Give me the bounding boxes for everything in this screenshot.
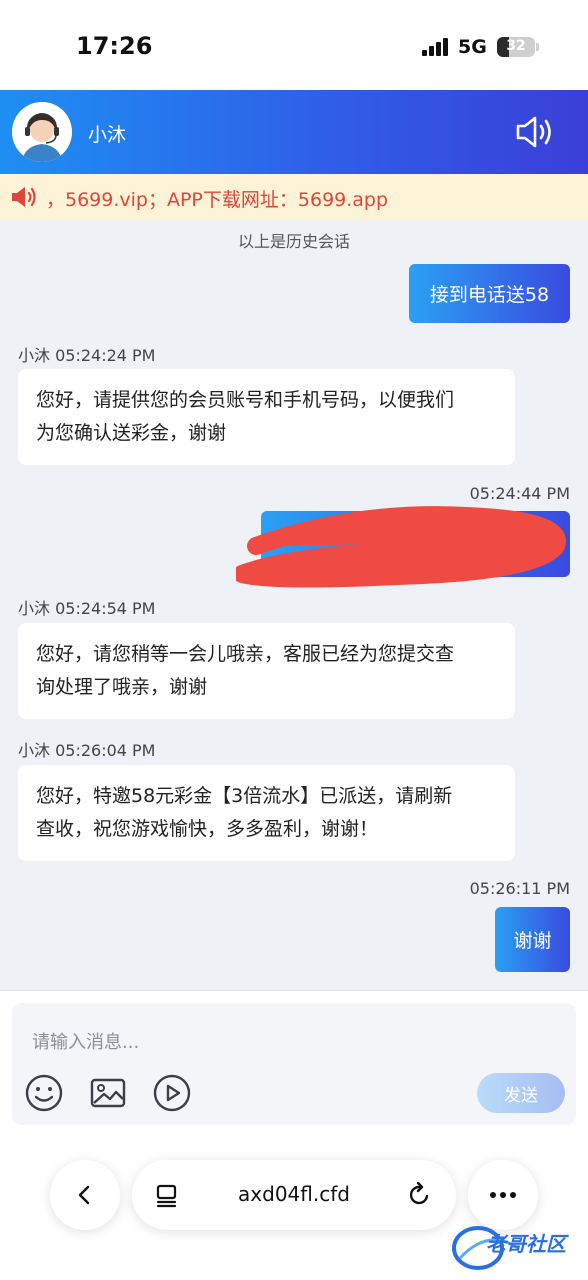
address-bar[interactable]: axd04fl.cfd xyxy=(132,1160,456,1230)
message-line: 您好，请提供您的会员账号和手机号码，以便我们 xyxy=(36,389,455,411)
chat-header: 小沐 xyxy=(0,90,588,174)
emoji-icon[interactable] xyxy=(24,1073,64,1113)
battery-percent: 32 xyxy=(506,38,526,54)
agent-message-bubble: 您好，请提供您的会员账号和手机号码，以便我们 为您确认送彩金，谢谢 xyxy=(18,369,515,465)
send-button[interactable]: 发送 xyxy=(477,1073,565,1113)
status-time: 17:26 xyxy=(76,32,153,60)
redaction-scribble xyxy=(236,506,566,588)
message-meta: 小沐 05:24:24 PM xyxy=(18,346,156,365)
composer-divider xyxy=(0,990,588,991)
message-input[interactable] xyxy=(32,1025,552,1059)
agent-message-bubble: 您好，请您稍等一会儿哦亲，客服已经为您提交查 询处理了哦亲，谢谢 xyxy=(18,623,515,719)
message-text: 谢谢 xyxy=(513,930,552,952)
image-icon[interactable] xyxy=(88,1073,128,1113)
status-bar: 17:26 5G 32 xyxy=(0,0,588,90)
message-meta: 05:26:11 PM xyxy=(469,879,570,898)
message-line: 您好，特邀58元彩金【3倍流水】已派送，请刷新 xyxy=(36,785,453,807)
play-icon[interactable] xyxy=(152,1073,192,1113)
chevron-left-icon xyxy=(78,1185,90,1205)
reload-icon[interactable] xyxy=(407,1182,433,1208)
more-icon xyxy=(490,1192,516,1198)
agent-name: 小沐 xyxy=(88,124,127,146)
message-line: 查收，祝您游戏愉快，多多盈利，谢谢！ xyxy=(36,818,379,840)
back-button[interactable] xyxy=(50,1160,120,1230)
message-line: 询处理了哦亲，谢谢 xyxy=(36,676,208,698)
speaker-icon[interactable] xyxy=(514,114,554,150)
message-meta: 小沐 05:26:04 PM xyxy=(18,741,156,760)
message-line: 您好，请您稍等一会儿哦亲，客服已经为您提交查 xyxy=(36,643,455,665)
notice-text: ，5699.vip；APP下载网址：5699.app xyxy=(46,189,389,211)
notice-bar: ，5699.vip；APP下载网址：5699.app xyxy=(0,174,588,220)
battery-icon: 32 xyxy=(497,37,535,57)
megaphone-icon xyxy=(10,184,38,210)
message-meta: 小沐 05:24:54 PM xyxy=(18,599,156,618)
message-line: 为您确认送彩金，谢谢 xyxy=(36,422,227,444)
watermark-text: 老哥社区 xyxy=(486,1232,566,1256)
battery-nub xyxy=(536,43,539,51)
composer: 发送 xyxy=(12,1003,576,1125)
message-text: 接到电话送58 xyxy=(429,284,550,306)
user-message-bubble: 谢谢 xyxy=(495,907,570,972)
agent-message-bubble: 您好，特邀58元彩金【3倍流水】已派送，请刷新 查收，祝您游戏愉快，多多盈利，谢… xyxy=(18,765,515,861)
history-divider-label: 以上是历史会话 xyxy=(237,232,350,251)
network-label: 5G xyxy=(458,36,487,58)
agent-avatar xyxy=(12,102,72,162)
user-message-bubble: 接到电话送58 xyxy=(409,264,570,323)
signal-icon xyxy=(422,38,452,56)
